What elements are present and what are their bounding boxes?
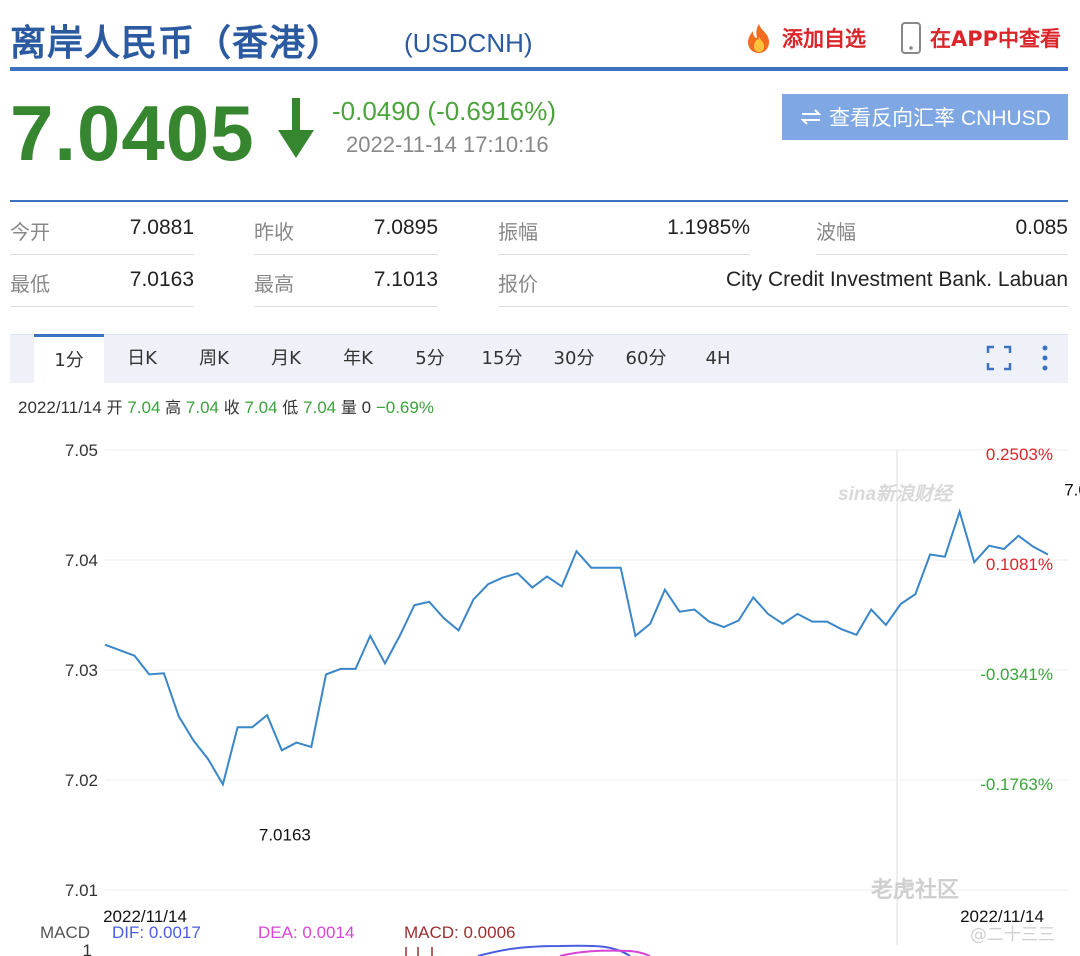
- right-tick-label: 0.1081%: [986, 555, 1053, 574]
- price-chart[interactable]: 7.05 7.04 7.03 7.02 7.01 0.2503% 0.1081% -0.034…: [0, 0, 1080, 956]
- extreme-label: 7.0163: [259, 825, 311, 844]
- macd-label: MACD: [40, 923, 90, 942]
- y-tick-label: 7.05: [65, 441, 98, 460]
- y-tick-label: 7.01: [65, 881, 98, 900]
- watermark-social: 老虎社区: [870, 877, 959, 903]
- y-tick-label: 7.04: [65, 551, 98, 570]
- y-tick-label: 7.03: [65, 661, 98, 680]
- macd-axis-label: 1: [83, 941, 92, 956]
- price-line: [104, 508, 1049, 788]
- right-tick-label: 0.2503%: [986, 445, 1053, 464]
- watermark-handle: @二十三三: [970, 925, 1055, 945]
- macd-dif: DIF: 0.0017: [112, 923, 201, 942]
- dea-line: [559, 949, 651, 956]
- y-tick-label: 7.02: [65, 771, 98, 790]
- macd-dea: DEA: 0.0014: [258, 923, 354, 942]
- right-tick-label: -0.0341%: [980, 665, 1053, 684]
- right-tick-label: -0.1763%: [980, 775, 1053, 794]
- x-end-label: 2022/11/14: [960, 907, 1044, 926]
- extreme-label: 7.0444: [1064, 481, 1080, 500]
- macd-value: MACD: 0.0006: [404, 923, 516, 942]
- watermark-brand: sina新浪财经: [838, 483, 955, 505]
